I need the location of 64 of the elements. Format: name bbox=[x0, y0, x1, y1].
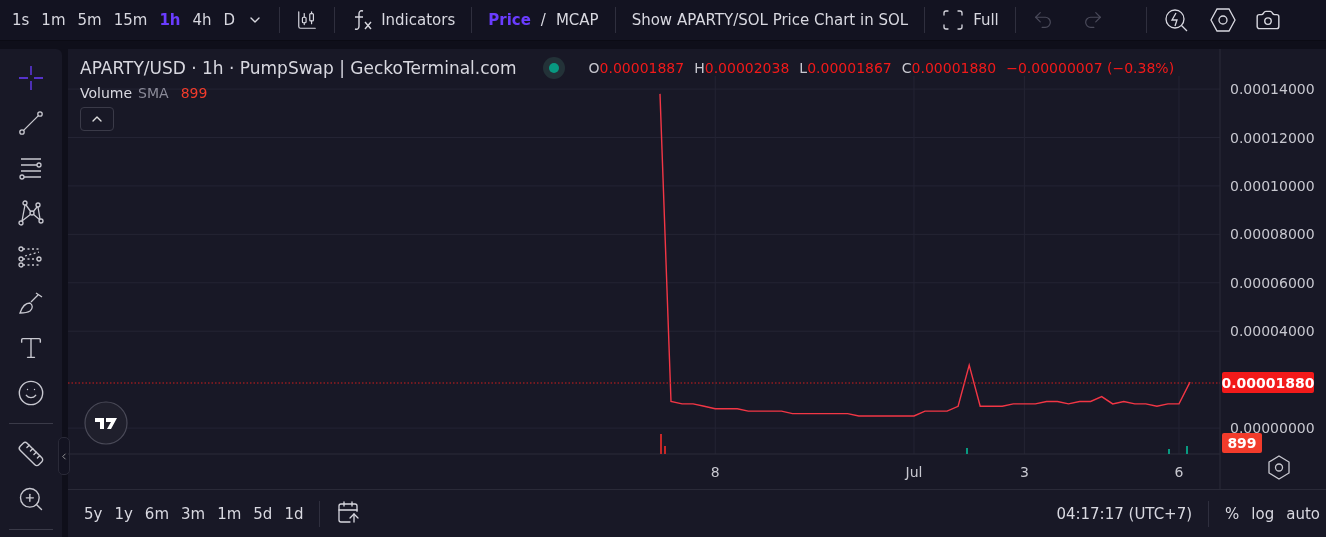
settings-icon bbox=[1208, 7, 1237, 33]
range-button[interactable]: 6m bbox=[138, 504, 175, 523]
pattern-icon bbox=[17, 199, 45, 227]
range-button[interactable]: 3m bbox=[175, 504, 212, 523]
range-button[interactable]: 1m bbox=[211, 504, 248, 523]
price-axis-label: 0.00012000 bbox=[1230, 129, 1315, 146]
ohlc-value: 0.00002038 bbox=[704, 60, 790, 76]
interval-tab[interactable]: D bbox=[217, 4, 242, 36]
sma-label: SMA bbox=[138, 85, 169, 101]
interval-tab[interactable]: 5m bbox=[71, 4, 108, 36]
ohlc-key: H bbox=[694, 60, 705, 76]
clock: 04:17:17 (UTC+7) bbox=[1056, 504, 1193, 523]
fullscreen-icon bbox=[941, 8, 966, 32]
candlestick-icon bbox=[296, 9, 319, 31]
time-axis-label: 6 bbox=[1174, 464, 1184, 480]
price-axis-label: 0.00008000 bbox=[1230, 226, 1315, 243]
ohlc-value: 0.00001880 bbox=[911, 60, 997, 76]
settings-icon[interactable] bbox=[1268, 455, 1290, 480]
price-axis-label: 0.00004000 bbox=[1230, 323, 1315, 340]
market-status-icon bbox=[542, 57, 565, 79]
chart-title: APARTY/USD · 1h · PumpSwap | GeckoTerminal.com bbox=[80, 58, 517, 78]
ohlc-value: 0.00001867 bbox=[807, 60, 892, 76]
last-price-badge: 0.00001880 bbox=[1221, 372, 1315, 393]
scale-option[interactable]: log bbox=[1245, 504, 1281, 523]
fullscreen-button[interactable]: Full bbox=[935, 4, 1005, 36]
ruler-icon bbox=[17, 440, 45, 468]
interval-tab[interactable]: 1s bbox=[6, 4, 36, 36]
toggle-separator: / bbox=[539, 11, 547, 29]
indicators-button[interactable]: Indicators bbox=[345, 4, 462, 36]
range-button[interactable]: 5y bbox=[78, 504, 109, 523]
calendar-icon bbox=[336, 499, 361, 524]
scale-option[interactable]: auto bbox=[1280, 504, 1326, 523]
chevron-left-icon bbox=[59, 450, 69, 462]
time-axis-label: 3 bbox=[1019, 464, 1029, 480]
price-axis-label: 0.00014000 bbox=[1230, 81, 1315, 98]
volume-value: 899 bbox=[180, 85, 208, 101]
interval-tab[interactable]: 4h bbox=[186, 4, 218, 36]
volume-label: Volume bbox=[80, 85, 133, 101]
price-axis-label: 0.00010000 bbox=[1230, 177, 1315, 194]
sol-chart-link[interactable]: Show APARTY/SOL Price Chart in SOL bbox=[625, 4, 915, 36]
ohlc-key: O bbox=[588, 60, 600, 76]
drawing-tool-button[interactable] bbox=[15, 198, 47, 228]
crosshair-icon bbox=[17, 64, 45, 92]
range-button[interactable]: 1d bbox=[278, 504, 310, 523]
range-button[interactable]: 5d bbox=[247, 504, 279, 523]
range-button[interactable]: 1y bbox=[108, 504, 139, 523]
price-axis-label: 0.00006000 bbox=[1230, 274, 1315, 291]
time-axis-label: Jul bbox=[905, 464, 923, 480]
interval-tab[interactable]: 15m bbox=[107, 4, 154, 36]
ohlc-value: 0.00001887 bbox=[599, 60, 685, 76]
mcap-toggle[interactable]: MCAP bbox=[549, 4, 605, 36]
trend-line-icon bbox=[17, 109, 45, 137]
ohlc-key: L bbox=[799, 60, 808, 76]
zoom-in-icon bbox=[17, 485, 45, 513]
collapse-handle[interactable] bbox=[58, 437, 70, 475]
lightning-search-icon bbox=[1162, 7, 1189, 33]
scale-option[interactable]: % bbox=[1219, 504, 1246, 523]
ohlc-key: C bbox=[901, 60, 912, 76]
time-axis-label: 8 bbox=[710, 464, 720, 480]
volume-badge: 899 bbox=[1222, 433, 1262, 453]
interval-tab[interactable]: 1m bbox=[35, 4, 72, 36]
price-change: −0.00000007 (−0.38%) bbox=[1006, 60, 1175, 76]
smiley-icon bbox=[17, 379, 45, 407]
collapse-legend-button[interactable] bbox=[80, 107, 114, 131]
